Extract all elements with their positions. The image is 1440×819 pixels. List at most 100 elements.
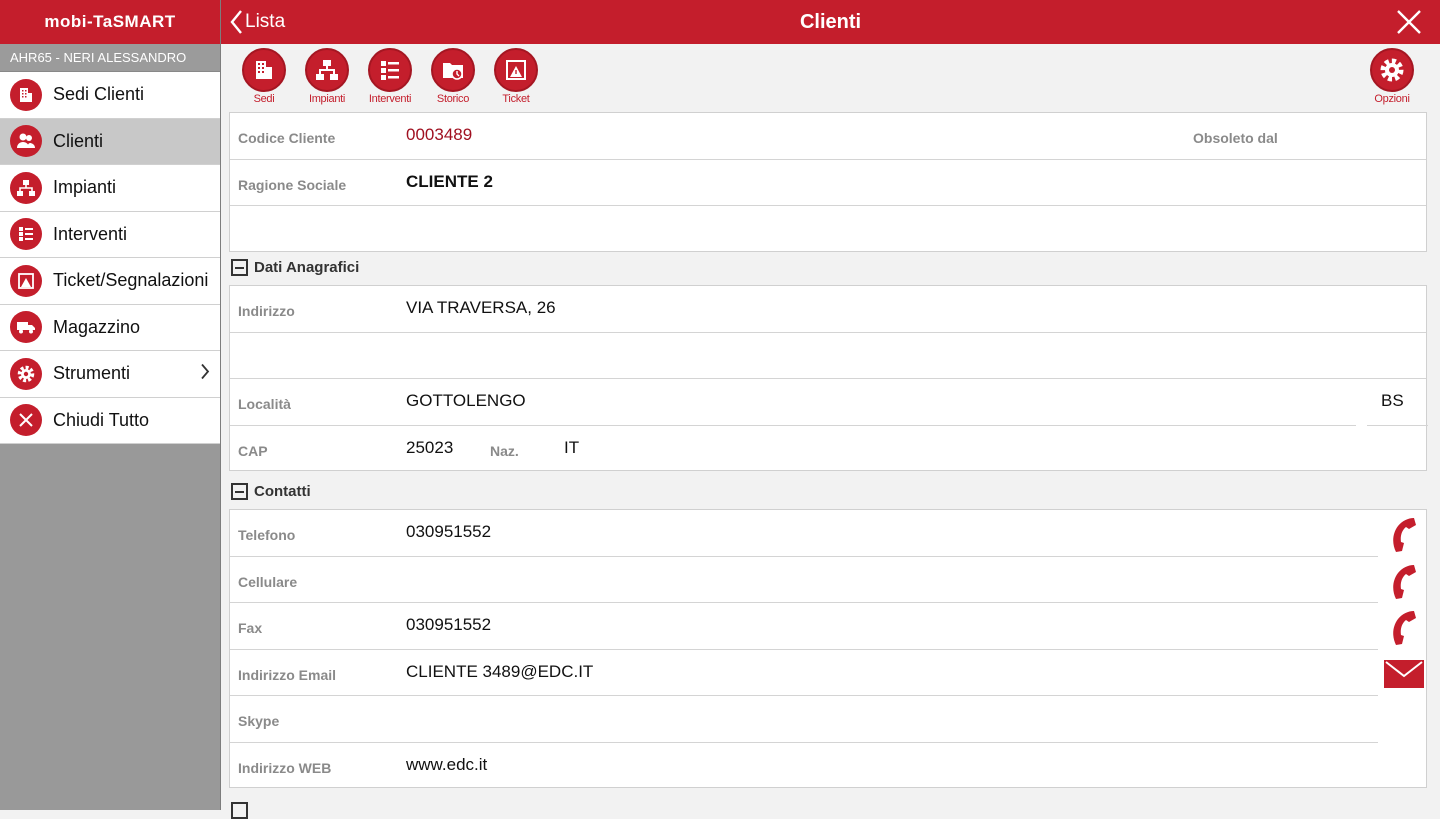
close-button[interactable] xyxy=(1396,9,1422,35)
history-folder-icon xyxy=(431,48,475,92)
telefono-label: Telefono xyxy=(238,527,296,543)
empty-row xyxy=(230,206,1426,253)
email-value[interactable]: CLIENTE 3489@EDC.IT xyxy=(406,662,593,682)
localita-row: Località GOTTOLENGO BS xyxy=(230,379,1428,426)
gear-icon xyxy=(10,357,42,390)
logo-bar: mobi-TaSMART xyxy=(0,0,220,44)
sidebar-item-label: Strumenti xyxy=(53,363,131,384)
header: Lista Clienti xyxy=(221,0,1440,44)
user-name: AHR65 - NERI ALESSANDRO xyxy=(10,50,187,65)
phone-icon[interactable] xyxy=(1384,515,1424,555)
sidebar-item-interventi[interactable]: Interventi xyxy=(0,211,220,258)
sidebar-item-sedi-clienti[interactable]: Sedi Clienti xyxy=(0,72,220,119)
sidebar: mobi-TaSMART AHR65 - NERI ALESSANDRO Sed… xyxy=(0,0,221,810)
cap-value[interactable]: 25023 xyxy=(406,438,453,458)
opzioni-label: Opzioni xyxy=(1374,93,1410,105)
back-label: Lista xyxy=(245,11,286,32)
indirizzo2-row xyxy=(230,333,1426,379)
back-button[interactable]: Lista xyxy=(229,0,285,44)
impianti-label: Impianti xyxy=(308,93,346,105)
email-label: Indirizzo Email xyxy=(238,666,337,683)
codice-value[interactable]: 0003489 xyxy=(406,125,472,145)
indirizzo-row: Indirizzo VIA TRAVERSA, 26 xyxy=(230,286,1426,333)
checklist-icon xyxy=(368,48,412,92)
page-title: Clienti xyxy=(799,11,862,33)
building-icon xyxy=(10,78,42,111)
interventi-label: Interventi xyxy=(368,93,412,105)
opzioni-button[interactable]: Opzioni xyxy=(1362,48,1422,105)
naz-value[interactable]: IT xyxy=(564,438,579,458)
interventi-button[interactable]: Interventi xyxy=(360,48,420,105)
codice-row: Codice Cliente 0003489 Obsoleto dal xyxy=(230,113,1426,160)
localita-value[interactable]: GOTTOLENGO xyxy=(406,391,526,411)
sidebar-item-label: Impianti xyxy=(53,177,117,198)
ragione-value[interactable]: CLIENTE 2 xyxy=(406,172,493,192)
sidebar-item-impianti[interactable]: Impianti xyxy=(0,165,220,212)
ragione-row: Ragione Sociale CLIENTE 2 xyxy=(230,160,1426,206)
sidebar-item-label: Interventi xyxy=(53,223,128,244)
users-icon xyxy=(10,125,42,158)
checklist-icon xyxy=(10,218,42,251)
naz-label: Naz. xyxy=(490,442,519,459)
close-icon xyxy=(10,404,42,437)
section-anagrafici-title: Dati Anagrafici xyxy=(254,259,360,276)
sedi-button[interactable]: Sedi xyxy=(234,48,294,105)
obsoleto-label: Obsoleto dal xyxy=(1193,130,1278,146)
sedi-label: Sedi xyxy=(253,93,275,105)
phone-icon[interactable] xyxy=(1384,562,1424,602)
provincia-value[interactable]: BS xyxy=(1381,391,1404,411)
app-logo: mobi-TaSMART xyxy=(44,12,176,31)
telefono-value[interactable]: 030951552 xyxy=(406,522,491,542)
ticket-button[interactable]: Ticket xyxy=(486,48,546,105)
close-icon xyxy=(1397,10,1421,34)
web-label: Indirizzo WEB xyxy=(238,759,332,776)
telefono-row: Telefono 030951552 xyxy=(230,510,1426,557)
sidebar-item-label: Clienti xyxy=(53,130,104,151)
skype-row: Skype xyxy=(230,696,1426,743)
sidebar-item-strumenti[interactable]: Strumenti xyxy=(0,351,220,398)
fax-row: Fax 030951552 xyxy=(230,603,1426,650)
web-value[interactable]: www.edc.it xyxy=(406,755,487,775)
sidebar-item-label: Chiudi Tutto xyxy=(53,409,150,430)
section-contatti[interactable]: Contatti xyxy=(231,483,311,500)
email-row: Indirizzo Email CLIENTE 3489@EDC.IT xyxy=(230,650,1426,696)
sidebar-item-label: Magazzino xyxy=(53,316,141,337)
sidebar-item-label: Sedi Clienti xyxy=(53,84,145,105)
chevron-left-icon xyxy=(230,10,242,34)
indirizzo-value[interactable]: VIA TRAVERSA, 26 xyxy=(406,298,556,318)
truck-icon xyxy=(10,311,42,344)
section-anagrafici[interactable]: Dati Anagrafici xyxy=(231,259,359,276)
hierarchy-icon xyxy=(10,171,42,204)
user-bar: AHR65 - NERI ALESSANDRO xyxy=(0,44,220,72)
indirizzo-label: Indirizzo xyxy=(238,303,295,319)
gear-icon xyxy=(1370,48,1414,92)
ticket-warning-icon xyxy=(10,264,42,297)
collapse-icon xyxy=(231,483,248,500)
codice-label: Codice Cliente xyxy=(238,130,336,146)
collapse-icon[interactable] xyxy=(231,802,248,819)
skype-label: Skype xyxy=(238,713,280,729)
cap-label: CAP xyxy=(238,442,268,459)
sidebar-item-chiudi-tutto[interactable]: Chiudi Tutto xyxy=(0,397,220,444)
sidebar-item-label: Ticket/Segnalazioni xyxy=(53,270,209,291)
cap-row: CAP 25023 Naz. IT xyxy=(230,426,1426,473)
contatti-panel: Telefono 030951552 Cellulare Fax 0309515… xyxy=(229,509,1427,788)
phone-icon[interactable] xyxy=(1384,608,1424,648)
impianti-button[interactable]: Impianti xyxy=(297,48,357,105)
collapse-icon xyxy=(231,259,248,276)
sidebar-item-clienti[interactable]: Clienti xyxy=(0,118,220,165)
ticket-label: Ticket xyxy=(502,93,530,105)
mail-icon[interactable] xyxy=(1384,654,1424,694)
ragione-label: Ragione Sociale xyxy=(238,176,347,193)
sidebar-item-ticket[interactable]: Ticket/Segnalazioni xyxy=(0,258,220,305)
fax-value[interactable]: 030951552 xyxy=(406,615,491,635)
fax-label: Fax xyxy=(238,620,263,636)
localita-label: Località xyxy=(238,396,291,412)
building-icon xyxy=(242,48,286,92)
cellulare-label: Cellulare xyxy=(238,573,298,590)
cliente-panel: Codice Cliente 0003489 Obsoleto dal Ragi… xyxy=(229,112,1427,252)
web-row: Indirizzo WEB www.edc.it xyxy=(230,743,1426,790)
sidebar-item-magazzino[interactable]: Magazzino xyxy=(0,304,220,351)
cellulare-row: Cellulare xyxy=(230,557,1426,603)
storico-button[interactable]: Storico xyxy=(423,48,483,105)
